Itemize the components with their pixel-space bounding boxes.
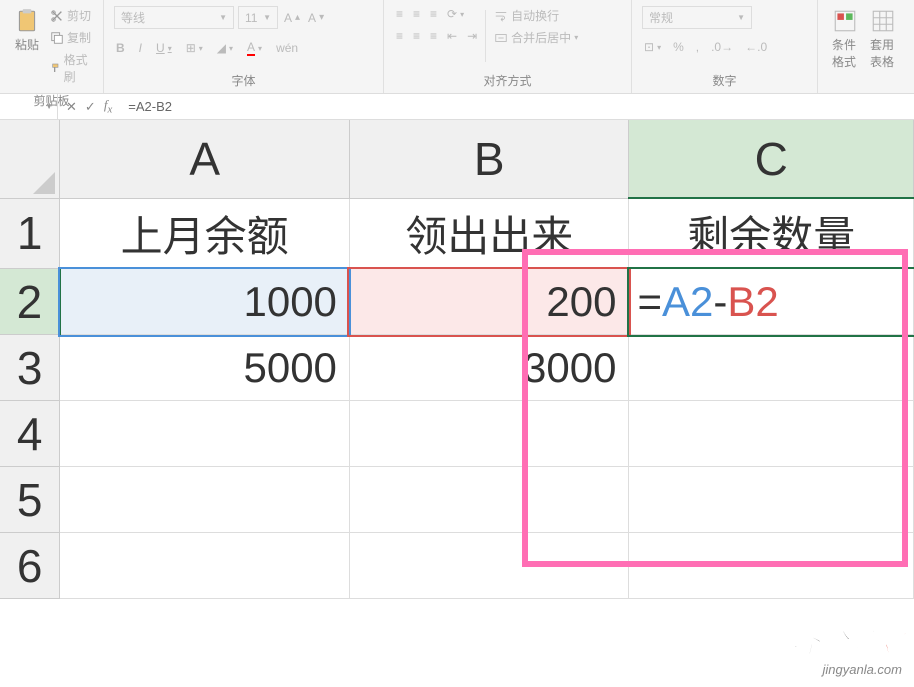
number-group: 常规▼ ⊡ ▾ % , .0→ ←.0 数字 <box>632 0 818 93</box>
font-color-button[interactable]: A ▾ <box>245 39 264 57</box>
align-bottom-button[interactable]: ≡ <box>428 6 439 22</box>
cell-b1[interactable]: 领出出来 <box>349 198 629 269</box>
row-header-3[interactable]: 3 <box>0 335 60 401</box>
row-header-2[interactable]: 2 <box>0 269 60 335</box>
cell-b2[interactable]: 200 <box>349 269 629 335</box>
formula-bar: ▼ ✕ ✓ fx =A2-B2 <box>0 94 914 120</box>
styles-group: 条件格式 套用表格 <box>818 0 910 93</box>
select-all-corner[interactable] <box>0 120 60 198</box>
cell-c2[interactable]: =A2-B2 <box>629 269 914 335</box>
percent-button[interactable]: % <box>671 39 686 55</box>
align-left-button[interactable]: ≡ <box>394 28 405 44</box>
row-header-4[interactable]: 4 <box>0 401 60 467</box>
format-painter-button[interactable]: 格式刷 <box>48 50 93 86</box>
brush-icon <box>50 61 61 75</box>
merge-center-button[interactable]: 合并后居中 ▾ <box>492 28 580 47</box>
row-header-1[interactable]: 1 <box>0 198 60 269</box>
increase-font-button[interactable]: A▴ <box>282 6 302 29</box>
column-header-c[interactable]: C <box>629 120 914 198</box>
cell-c1[interactable]: 剩余数量 <box>629 198 914 269</box>
accounting-format-button[interactable]: ⊡ ▾ <box>642 39 663 55</box>
editing-formula: =A2-B2 <box>637 278 778 325</box>
comma-button[interactable]: , <box>694 39 701 55</box>
cell-c5[interactable] <box>629 467 914 533</box>
align-top-button[interactable]: ≡ <box>394 6 405 22</box>
column-header-b[interactable]: B <box>349 120 629 198</box>
increase-decimal-button[interactable]: .0→ <box>709 39 735 55</box>
paste-button[interactable]: 粘贴 <box>10 6 44 86</box>
spreadsheet: A B C 1 上月余额 领出出来 剩余数量 2 1000 200 =A2-B2… <box>0 120 914 599</box>
fill-color-button[interactable]: ◢ ▾ <box>215 39 235 57</box>
watermark: 经验啦 ✓ jingyanla.com <box>791 622 902 677</box>
cell-a6[interactable] <box>60 533 350 599</box>
conditional-format-icon <box>832 8 858 34</box>
check-icon: ✓ <box>883 628 902 659</box>
font-label: 字体 <box>110 70 377 91</box>
number-label: 数字 <box>638 70 811 91</box>
cell-a5[interactable] <box>60 467 350 533</box>
accept-formula-button[interactable]: ✓ <box>85 99 96 115</box>
paste-icon <box>14 8 40 34</box>
conditional-format-button[interactable]: 条件格式 <box>828 6 862 87</box>
align-right-button[interactable]: ≡ <box>428 28 439 44</box>
formula-input[interactable]: =A2-B2 <box>120 99 914 114</box>
fx-button[interactable]: fx <box>104 97 112 116</box>
cell-a3[interactable]: 5000 <box>60 335 350 401</box>
format-table-button[interactable]: 套用表格 <box>866 6 900 87</box>
increase-indent-button[interactable]: ⇥ <box>465 28 479 44</box>
column-header-a[interactable]: A <box>60 120 350 198</box>
font-group: 等线▼ 11▼ A▴ A▾ B I U ▾ ⊞ ▾ ◢ ▾ A ▾ wén 字体 <box>104 0 384 93</box>
ribbon: 粘贴 剪切 复制 格式刷 剪贴板 <box>0 0 914 94</box>
table-icon <box>870 8 896 34</box>
wrap-text-button[interactable]: 自动换行 <box>492 6 580 25</box>
phonetic-button[interactable]: wén <box>274 39 300 57</box>
scissors-icon <box>50 9 64 23</box>
decrease-indent-button[interactable]: ⇤ <box>445 28 459 44</box>
cut-button[interactable]: 剪切 <box>48 6 93 25</box>
wrap-icon <box>494 9 508 23</box>
cell-b3[interactable]: 3000 <box>349 335 629 401</box>
alignment-label: 对齐方式 <box>390 70 625 91</box>
align-center-button[interactable]: ≡ <box>411 28 422 44</box>
cell-b5[interactable] <box>349 467 629 533</box>
bucket-icon: ◢ <box>217 41 226 55</box>
copy-icon <box>50 31 64 45</box>
cell-b4[interactable] <box>349 401 629 467</box>
merge-icon <box>494 31 508 45</box>
cancel-formula-button[interactable]: ✕ <box>66 99 77 115</box>
border-button[interactable]: ⊞ ▾ <box>184 39 205 57</box>
row-header-5[interactable]: 5 <box>0 467 60 533</box>
cell-a4[interactable] <box>60 401 350 467</box>
clipboard-group: 粘贴 剪切 复制 格式刷 剪贴板 <box>0 0 104 93</box>
underline-button[interactable]: U ▾ <box>154 39 174 57</box>
cell-c4[interactable] <box>629 401 914 467</box>
orientation-button[interactable]: ⟳ ▾ <box>445 6 466 22</box>
cell-a2[interactable]: 1000 <box>60 269 350 335</box>
decrease-font-button[interactable]: A▾ <box>306 6 326 29</box>
font-size-select[interactable]: 11▼ <box>238 6 278 29</box>
cell-c6[interactable] <box>629 533 914 599</box>
alignment-group: ≡ ≡ ≡ ⟳ ▾ ≡ ≡ ≡ ⇤ ⇥ 自动换行 <box>384 0 632 93</box>
font-family-select[interactable]: 等线▼ <box>114 6 234 29</box>
decrease-decimal-button[interactable]: ←.0 <box>743 39 769 55</box>
copy-button[interactable]: 复制 <box>48 28 93 47</box>
cell-b6[interactable] <box>349 533 629 599</box>
bold-button[interactable]: B <box>114 39 127 57</box>
cell-c3[interactable] <box>629 335 914 401</box>
italic-button[interactable]: I <box>137 39 144 57</box>
name-box[interactable]: ▼ <box>0 94 58 119</box>
row-header-6[interactable]: 6 <box>0 533 60 599</box>
align-middle-button[interactable]: ≡ <box>411 6 422 22</box>
cell-a1[interactable]: 上月余额 <box>60 198 350 269</box>
number-format-select[interactable]: 常规▼ <box>642 6 752 29</box>
